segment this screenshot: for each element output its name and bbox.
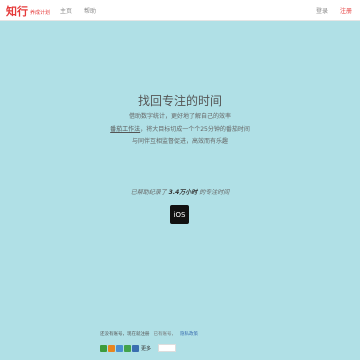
focus-stat: 已帮助纪录了 3.4万小时 的专注时间 — [0, 187, 360, 196]
nav-help-link[interactable]: 帮助 — [84, 6, 96, 15]
share-row: 更多 — [100, 344, 177, 352]
share-more-label[interactable]: 更多 — [141, 345, 151, 352]
focus-stat-suffix: 的专注时间 — [197, 189, 230, 196]
existing-account-text: 已有账号， — [153, 332, 177, 337]
register-link[interactable]: 注册 — [340, 6, 352, 15]
main-nav: 主页 帮助 — [60, 6, 96, 15]
logo-subtitle: 养成计划 — [30, 9, 51, 16]
hero-title: 找回专注的时间 — [137, 94, 222, 108]
hero-description-line-3: 与同伴互相监督促进，高效而有乐趣 — [131, 138, 228, 145]
logo-text: 知行 — [6, 5, 28, 18]
auth-links: 登录 注册 — [316, 6, 352, 15]
share-wechat-icon[interactable] — [124, 344, 131, 352]
hero-description-line-2: 番茄工作法，将大目标切成一个个25分钟的番茄时间 — [0, 124, 360, 133]
ios-download-button[interactable]: iOS — [170, 205, 189, 224]
footer-social-line: 还没有账号，现在就注册 已有账号， 隐私政策 — [100, 331, 198, 337]
hero-description-line-2-text: ，将大目标切成一个个25分钟的番茄时间 — [140, 126, 250, 133]
share-douban-icon[interactable] — [100, 344, 107, 352]
focus-stat-prefix: 已帮助纪录了 — [130, 189, 169, 196]
privacy-link[interactable]: 隐私政策 — [180, 332, 198, 337]
nav-home-link[interactable]: 主页 — [60, 6, 72, 15]
share-count-box — [158, 344, 177, 352]
share-more-icon[interactable] — [132, 344, 139, 352]
logo[interactable]: 知行 养成计划 — [6, 3, 50, 19]
hero-description-line-1: 借助数字统计，更好地了解自己的效率 — [128, 113, 231, 120]
login-link[interactable]: 登录 — [316, 6, 328, 15]
register-prompt[interactable]: 还没有账号，现在就注册 — [100, 332, 150, 337]
pomodoro-link[interactable]: 番茄工作法 — [110, 126, 140, 133]
share-tencent-icon[interactable] — [116, 344, 123, 352]
top-navbar: 知行 养成计划 主页 帮助 登录 注册 — [0, 0, 360, 21]
focus-stat-hours: 3.4万小时 — [168, 189, 198, 196]
share-qzone-icon[interactable] — [108, 344, 115, 352]
